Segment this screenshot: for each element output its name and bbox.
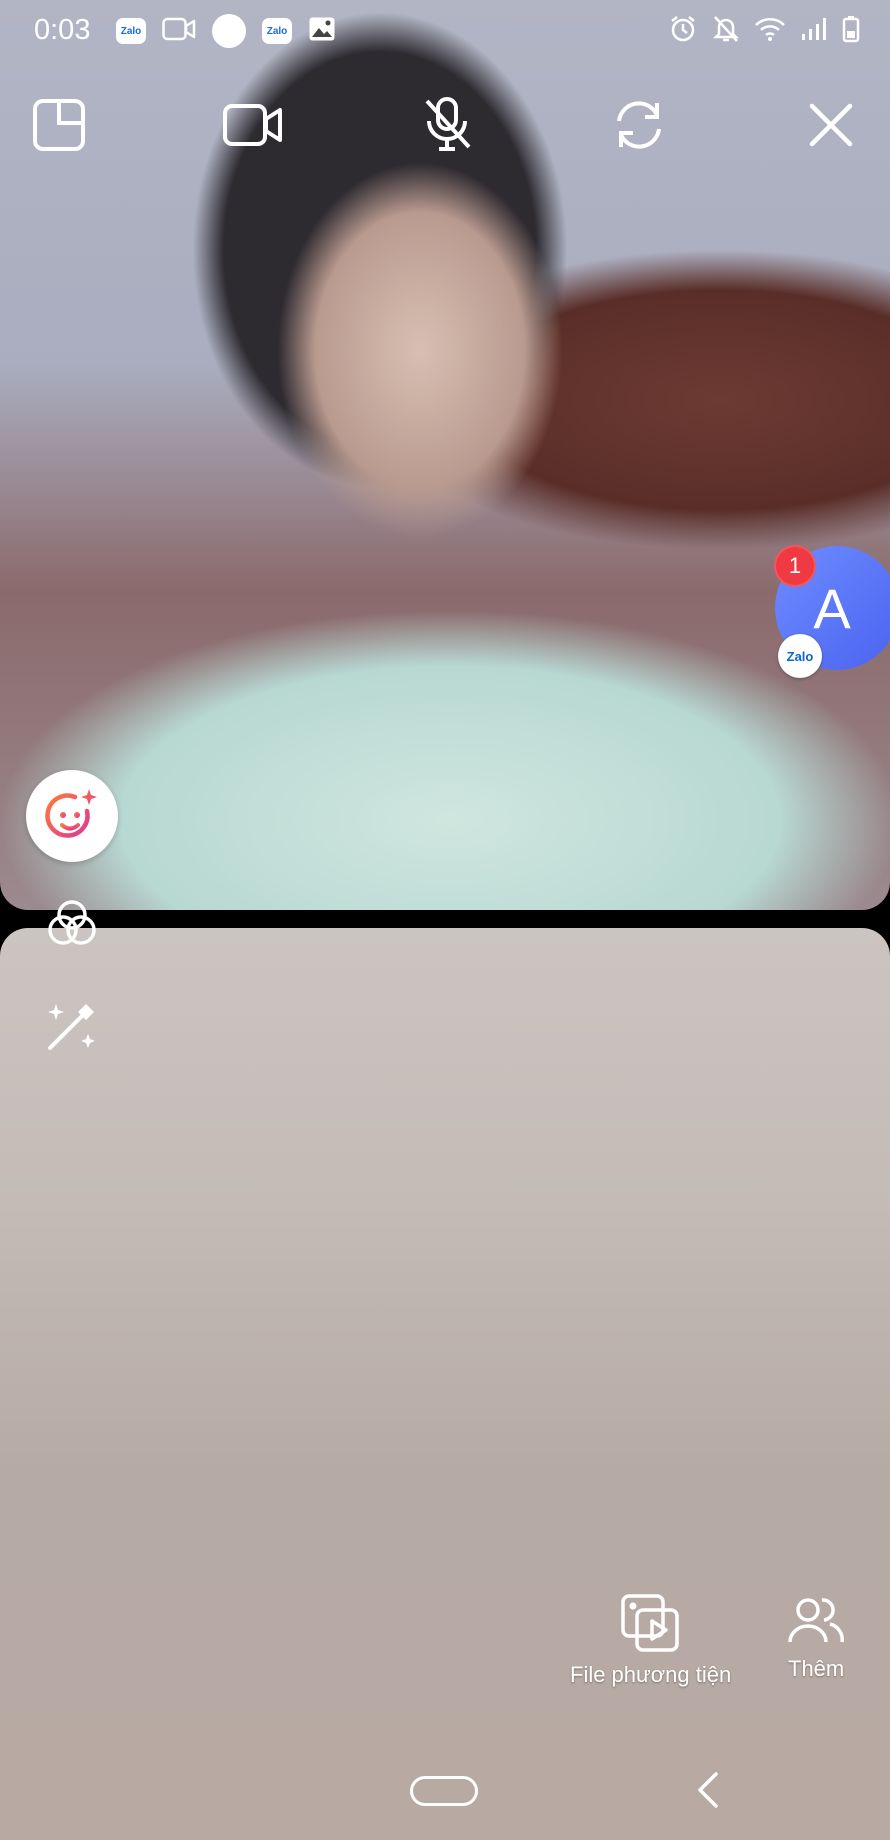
system-status-icons <box>668 14 860 49</box>
alarm-icon <box>668 14 698 49</box>
white-dot-icon <box>212 14 246 48</box>
zalo-icon: Zalo <box>116 18 146 44</box>
home-button[interactable] <box>410 1776 478 1806</box>
call-controls <box>0 90 890 160</box>
mic-off-icon <box>425 97 471 151</box>
media-gallery-icon <box>620 1594 679 1652</box>
layout-icon <box>33 99 85 151</box>
status-bar: 0:03 Zalo Zalo <box>0 0 890 64</box>
wifi-icon <box>754 16 786 47</box>
signal-icon <box>800 16 828 47</box>
switch-camera-button[interactable] <box>604 90 674 160</box>
video-camera-icon <box>223 104 282 146</box>
effects-button[interactable] <box>42 998 100 1056</box>
video-call-icon <box>162 16 196 47</box>
zalo-app-badge: Zalo <box>778 634 822 678</box>
battery-icon <box>842 15 860 48</box>
back-button[interactable] <box>694 1770 722 1810</box>
self-video-feed[interactable] <box>0 928 890 1840</box>
layout-button[interactable] <box>24 90 94 160</box>
more-label: Thêm <box>788 1656 845 1681</box>
filter-button[interactable] <box>44 896 100 952</box>
status-time: 0:03 <box>34 14 91 46</box>
magic-wand-icon <box>48 1004 95 1050</box>
beauty-button[interactable] <box>26 770 118 862</box>
notification-icons: Zalo Zalo <box>116 14 336 48</box>
unread-count-badge: 1 <box>774 545 816 587</box>
beauty-face-icon <box>45 789 97 838</box>
filter-icon <box>48 900 96 945</box>
mic-toggle-button[interactable] <box>412 90 482 160</box>
back-chevron-icon <box>698 1772 718 1808</box>
end-call-button[interactable] <box>796 90 866 160</box>
contact-initial: A <box>813 576 851 640</box>
people-icon <box>788 1598 845 1643</box>
media-files-label: File phương tiện <box>570 1662 732 1687</box>
video-toggle-button[interactable] <box>218 90 288 160</box>
close-icon <box>809 103 853 147</box>
media-files-button[interactable]: File phương tiện <box>570 1594 731 1688</box>
zalo-icon: Zalo <box>262 18 292 44</box>
switch-camera-icon <box>617 101 661 149</box>
more-button[interactable]: Thêm <box>788 1594 844 1682</box>
gallery-icon <box>308 16 336 47</box>
bell-off-icon <box>712 14 740 49</box>
